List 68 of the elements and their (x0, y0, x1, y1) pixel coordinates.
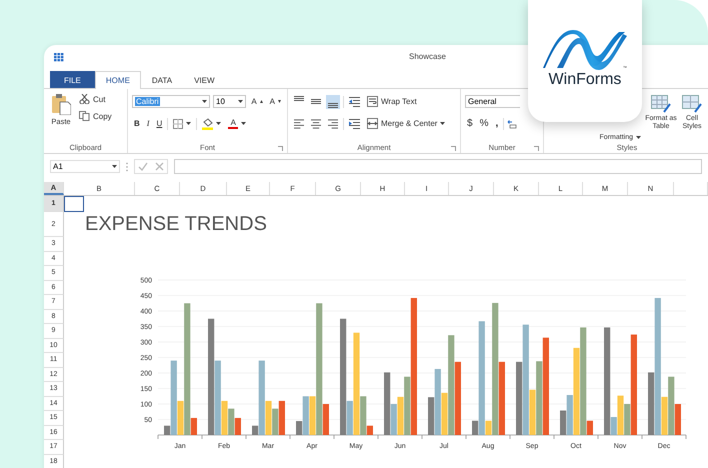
caret-icon (202, 100, 208, 103)
decimal-icon (507, 118, 518, 128)
launcher-icon (451, 146, 456, 151)
align-icon (328, 118, 338, 128)
align-icon (311, 118, 321, 128)
font-color-button[interactable]: A (226, 118, 248, 130)
cell-styles-icon (682, 95, 702, 113)
ribbon-tab[interactable]: FILE (50, 71, 95, 88)
italic-button[interactable]: I (144, 118, 152, 129)
number-format-field[interactable]: General (465, 95, 520, 108)
formula-input[interactable] (174, 159, 702, 174)
borders-button[interactable] (171, 118, 194, 130)
name-box[interactable]: A1 (50, 160, 120, 173)
up-caret-icon (260, 100, 263, 103)
align-icon (328, 102, 338, 108)
font-size-field[interactable]: 10 (213, 95, 246, 108)
check-icon (138, 162, 148, 171)
caret-icon (238, 100, 244, 103)
increase-indent-button[interactable] (347, 118, 362, 130)
launcher-icon (534, 146, 539, 151)
align-icon (294, 96, 304, 100)
caret-icon (112, 165, 117, 168)
cancel-icon (154, 162, 164, 171)
scissors-icon (79, 94, 90, 104)
logo-icon (543, 30, 627, 70)
grow-font-button[interactable]: A (249, 96, 265, 107)
merge-icon (367, 118, 378, 129)
down-caret-icon (278, 100, 281, 103)
merge-center-button[interactable]: Merge & Center (365, 117, 448, 130)
selected-cell[interactable] (64, 196, 84, 212)
vertical-align-button[interactable] (326, 94, 340, 108)
copy-icon (79, 111, 90, 121)
caret-icon (440, 122, 446, 125)
paint-bucket-icon (202, 118, 214, 130)
horizontal-align-button[interactable] (326, 116, 340, 130)
decrease-indent-button[interactable] (347, 96, 362, 108)
ribbon-tab[interactable]: HOME (94, 71, 141, 89)
align-icon (294, 118, 304, 128)
table-icon (651, 95, 671, 113)
logo-text: WinForms (548, 71, 622, 89)
horizontal-align-button[interactable] (292, 116, 306, 130)
caret-icon (186, 122, 192, 125)
wrap-text-icon (367, 96, 378, 107)
launcher-icon (278, 146, 283, 151)
caret-icon (216, 122, 222, 125)
grid-icon (173, 118, 184, 128)
align-icon (311, 99, 321, 104)
shrink-font-button[interactable]: A (268, 96, 283, 107)
bold-button[interactable]: B (132, 118, 142, 129)
caret-icon (241, 122, 246, 125)
fill-color-button[interactable] (200, 116, 224, 130)
cut-button[interactable]: Cut (77, 93, 114, 105)
ribbon-tab[interactable]: DATA (140, 71, 184, 88)
sheet-title: EXPENSE TRENDS (84, 213, 267, 236)
horizontal-align-button[interactable] (309, 116, 323, 130)
app-grid-icon (54, 53, 65, 62)
underline-button[interactable]: U (154, 118, 164, 129)
caret-icon (636, 136, 641, 139)
currency-button[interactable]: $ (465, 117, 475, 130)
outdent-icon (349, 96, 360, 106)
clipboard-icon (51, 93, 71, 115)
wrap-text-button[interactable]: Wrap Text (365, 95, 419, 108)
ribbon-tab[interactable]: VIEW (183, 71, 226, 88)
indent-icon (349, 118, 360, 128)
comma-button[interactable]: , (493, 117, 500, 130)
percent-button[interactable]: % (478, 117, 490, 130)
copy-button[interactable]: Copy (77, 110, 114, 122)
window-title: Showcase (409, 52, 446, 61)
